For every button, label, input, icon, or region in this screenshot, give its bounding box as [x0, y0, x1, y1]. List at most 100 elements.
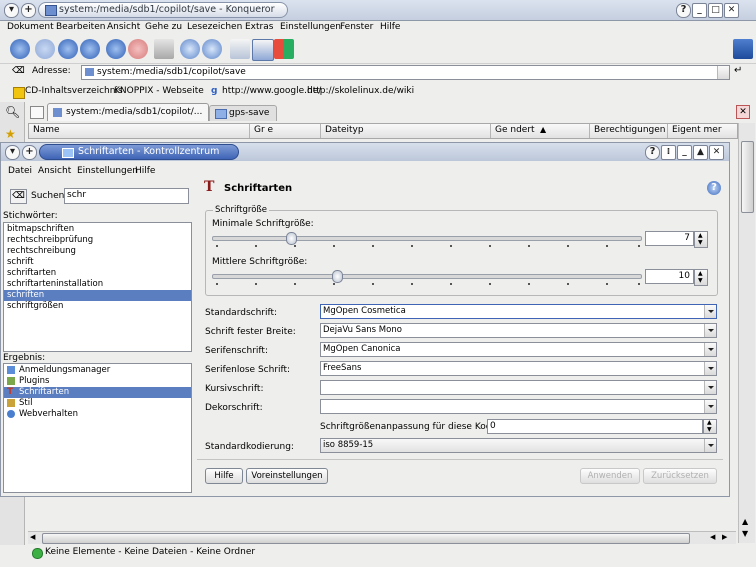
- dropdown-arrow-icon[interactable]: [704, 400, 716, 413]
- up-icon[interactable]: [58, 39, 78, 59]
- keyword-item[interactable]: schriftgrößen: [7, 301, 63, 311]
- menu-gehe-zu[interactable]: Gehe zu: [145, 22, 182, 32]
- defaults-button[interactable]: Voreinstellungen: [246, 468, 328, 484]
- spin-up-icon[interactable]: ▲: [698, 270, 703, 277]
- scroll-down-icon[interactable]: ▼: [742, 529, 748, 538]
- dlg-menu-ansicht[interactable]: Ansicht: [38, 166, 71, 176]
- results-list[interactable]: Anmeldungsmanager Plugins T Schriftarten…: [3, 363, 192, 493]
- keyword-item[interactable]: bitmapschriften: [7, 224, 74, 234]
- mid-size-spin-buttons[interactable]: ▲ ▼: [694, 269, 708, 286]
- scroll-right-icon[interactable]: ▶: [722, 533, 727, 541]
- whats-this-icon[interactable]: ?: [707, 181, 721, 195]
- icon-view-icon[interactable]: [230, 39, 250, 59]
- menu-bearbeiten[interactable]: Bearbeiten: [56, 22, 105, 32]
- fantasy-font-combo[interactable]: [320, 399, 717, 414]
- main-hscroll-thumb[interactable]: [42, 533, 690, 544]
- maximize-icon[interactable]: □: [708, 3, 723, 18]
- dropdown-arrow-icon[interactable]: [704, 381, 716, 394]
- dropdown-arrow-icon[interactable]: [704, 439, 716, 452]
- mid-size-slider-track[interactable]: [212, 274, 642, 279]
- reload-icon[interactable]: [106, 39, 126, 59]
- bookmark-cd[interactable]: CD-Inhaltsverzeichnis: [25, 86, 123, 96]
- close-icon[interactable]: ✕: [724, 3, 739, 18]
- dialog-minimize-icon[interactable]: _: [677, 145, 692, 160]
- dropdown-arrow-icon[interactable]: [704, 362, 716, 375]
- print-icon[interactable]: [154, 39, 174, 59]
- dialog-menu-icon[interactable]: ▾: [5, 145, 20, 160]
- close-tab-icon[interactable]: ✕: [736, 105, 750, 119]
- min-size-slider-handle[interactable]: [286, 232, 297, 245]
- keyword-item[interactable]: schriftarten: [7, 268, 56, 278]
- main-scroll-thumb[interactable]: [741, 141, 754, 213]
- dropdown-arrow-icon[interactable]: [704, 324, 716, 337]
- keyword-item[interactable]: schriftarteninstallation: [7, 279, 103, 289]
- keyword-item[interactable]: schrift: [7, 257, 34, 267]
- serif-font-combo[interactable]: MgOpen Canonica: [320, 342, 717, 357]
- cursive-font-combo[interactable]: [320, 380, 717, 395]
- result-item[interactable]: Stil: [19, 398, 32, 408]
- window-menu-icon[interactable]: ▾: [4, 3, 19, 18]
- scroll-left-icon[interactable]: ◀: [30, 533, 35, 541]
- mid-size-spinbox[interactable]: 10: [645, 269, 694, 284]
- result-item[interactable]: Plugins: [19, 376, 49, 386]
- menu-ansicht[interactable]: Ansicht: [107, 22, 140, 32]
- detail-view-icon[interactable]: [252, 39, 274, 61]
- bookmark-knoppix[interactable]: KNOPPIX - Webseite: [114, 86, 204, 96]
- col-owner[interactable]: Eigent mer: [672, 125, 722, 135]
- back-icon[interactable]: [10, 39, 30, 59]
- location-input[interactable]: system:/media/sdb1/copilot/save: [81, 65, 730, 80]
- search-input[interactable]: schr: [64, 188, 189, 204]
- standard-font-combo[interactable]: MgOpen Cosmetica: [320, 304, 717, 319]
- spin-up-icon[interactable]: ▲: [707, 419, 712, 426]
- keyword-item-selected[interactable]: schriften: [7, 290, 44, 300]
- home-icon[interactable]: [80, 39, 100, 59]
- spin-down-icon[interactable]: ▼: [707, 426, 712, 433]
- minimize-icon[interactable]: _: [692, 3, 707, 18]
- col-type[interactable]: Dateityp: [325, 125, 364, 135]
- dialog-context-icon[interactable]: ⁞: [661, 145, 676, 160]
- tab-system[interactable]: system:/media/sdb1/copilot/...: [47, 103, 209, 121]
- window-titlebar[interactable]: ▾ + system:/media/sdb1/copilot/save - Ko…: [0, 0, 756, 21]
- min-size-spin-buttons[interactable]: ▲ ▼: [694, 231, 708, 248]
- help-icon[interactable]: ?: [676, 3, 691, 18]
- menu-extras[interactable]: Extras: [245, 22, 273, 32]
- mid-size-slider-handle[interactable]: [332, 270, 343, 283]
- dialog-maximize-icon[interactable]: ▲: [693, 145, 708, 160]
- scroll-left-icon-2[interactable]: ◀: [710, 533, 715, 541]
- stop-icon[interactable]: [128, 39, 148, 59]
- result-item[interactable]: Anmeldungsmanager: [19, 365, 110, 375]
- encoding-combo[interactable]: iso 8859-15: [320, 438, 717, 453]
- main-horizontal-scrollbar[interactable]: ◀ ◀ ▶: [28, 531, 736, 544]
- dlg-menu-datei[interactable]: Datei: [8, 166, 32, 176]
- zoom-out-icon[interactable]: [202, 39, 222, 59]
- spin-down-icon[interactable]: ▼: [698, 277, 703, 284]
- dialog-close-icon[interactable]: ✕: [709, 145, 724, 160]
- tree-view-icon[interactable]: [274, 39, 294, 59]
- keywords-list[interactable]: bitmapschriften rechtschreibprüfung rech…: [3, 222, 192, 352]
- clear-search-icon[interactable]: ⌫: [10, 189, 27, 204]
- new-tab-icon[interactable]: [30, 106, 44, 119]
- min-size-spinbox[interactable]: 7: [645, 231, 694, 246]
- bookmark-skolelinux[interactable]: http://skolelinux.de/wiki: [307, 86, 414, 96]
- zoom-in-icon[interactable]: [180, 39, 200, 59]
- sidebar-search-icon[interactable]: 🔍︎: [5, 105, 20, 119]
- dlg-menu-einstellungen[interactable]: Einstellungen: [77, 166, 138, 176]
- result-item[interactable]: Webverhalten: [19, 409, 78, 419]
- forward-icon[interactable]: [35, 39, 55, 59]
- go-icon[interactable]: ↵: [734, 65, 742, 76]
- dialog-help-icon[interactable]: ?: [645, 145, 660, 160]
- reset-button[interactable]: Zurücksetzen: [643, 468, 717, 484]
- sans-font-combo[interactable]: FreeSans: [320, 361, 717, 376]
- col-size[interactable]: Gr e: [254, 125, 273, 135]
- col-permissions[interactable]: Berechtigungen: [594, 125, 666, 135]
- result-item-selected[interactable]: Schriftarten: [19, 387, 69, 397]
- menu-lesezeichen[interactable]: Lesezeichen: [187, 22, 242, 32]
- menu-fenster[interactable]: Fenster: [340, 22, 373, 32]
- dialog-titlebar[interactable]: ▾ + Schriftarten - Kontrollzentrum ? ⁞ _…: [1, 143, 729, 161]
- spin-down-icon[interactable]: ▼: [698, 239, 703, 246]
- size-adjust-spin-buttons[interactable]: ▲ ▼: [703, 419, 717, 434]
- col-name[interactable]: Name: [33, 125, 60, 135]
- keyword-item[interactable]: rechtschreibprüfung: [7, 235, 93, 245]
- menu-hilfe[interactable]: Hilfe: [380, 22, 400, 32]
- min-size-slider-track[interactable]: [212, 236, 642, 241]
